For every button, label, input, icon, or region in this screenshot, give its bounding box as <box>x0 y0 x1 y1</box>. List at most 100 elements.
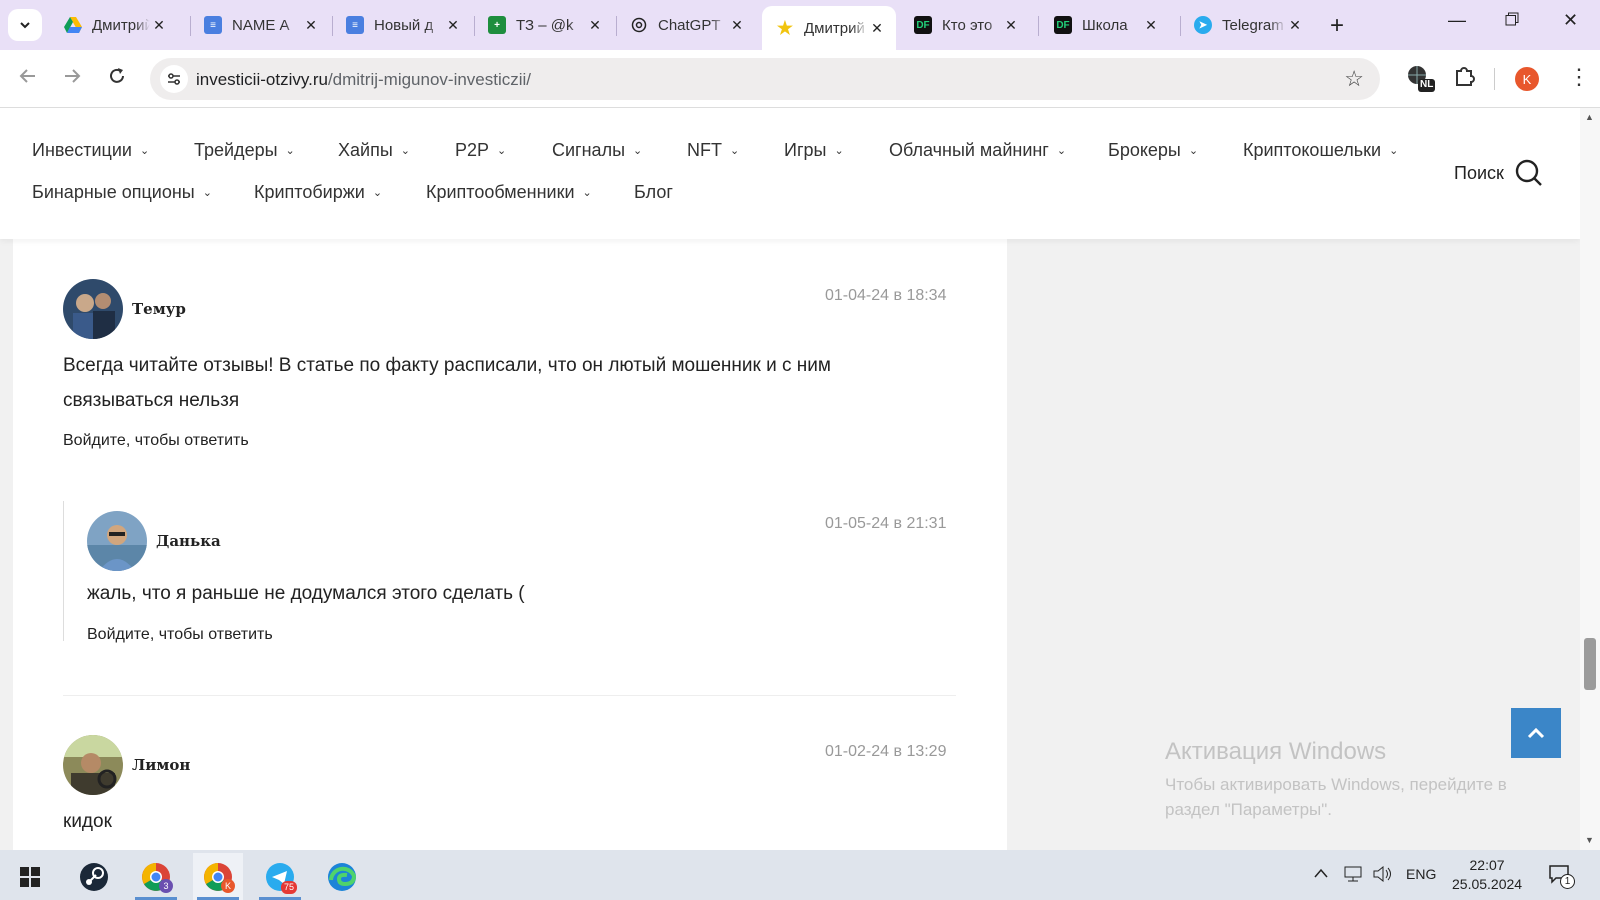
translate-extension-button[interactable]: NL <box>1406 64 1436 99</box>
taskbar-telegram[interactable]: 75 <box>255 853 305 900</box>
scrollbar-thumb[interactable] <box>1584 638 1596 690</box>
menu-crypto-exchangers[interactable]: Криптообменники ⌄ <box>426 182 592 203</box>
show-hidden-icons-button[interactable] <box>1313 866 1329 882</box>
forward-button[interactable] <box>62 66 82 92</box>
close-tab-icon[interactable]: ✕ <box>728 17 746 34</box>
menu-cloud-mining[interactable]: Облачный майнинг ⌄ <box>889 140 1066 161</box>
menu-signals[interactable]: Сигналы ⌄ <box>552 140 642 161</box>
menu-label: Игры <box>784 140 827 160</box>
menu-hypes[interactable]: Хайпы ⌄ <box>338 140 410 161</box>
chevron-down-icon: ⌄ <box>834 145 844 157</box>
comment-author: Лимон <box>132 756 191 774</box>
activation-subtitle: Чтобы активировать Windows, перейдите в … <box>1165 775 1507 819</box>
browser-menu-icon[interactable]: ⋮ <box>1568 64 1590 90</box>
chevron-down-icon: ⌄ <box>497 145 507 157</box>
close-tab-icon[interactable]: ✕ <box>1286 17 1304 34</box>
profile-avatar[interactable]: K <box>1515 67 1539 91</box>
menu-binary-options[interactable]: Бинарные опционы ⌄ <box>32 182 212 203</box>
url-text[interactable]: investicii-otzivy.ru/dmitrij-migunov-inv… <box>196 70 531 90</box>
close-tab-icon[interactable]: ✕ <box>586 17 604 34</box>
close-tab-icon[interactable]: ✕ <box>150 17 168 34</box>
menu-games[interactable]: Игры ⌄ <box>784 140 844 161</box>
chevron-down-icon: ⌄ <box>633 145 643 157</box>
close-tab-icon[interactable]: ✕ <box>1142 17 1160 34</box>
bookmark-star-icon[interactable]: ☆ <box>1344 66 1364 92</box>
tab-title: NAME А <box>232 16 290 34</box>
chevron-down-icon: ⌄ <box>400 145 410 157</box>
taskbar-chrome[interactable]: 3 <box>131 853 181 900</box>
extensions-button[interactable] <box>1452 64 1476 93</box>
browser-tab-5[interactable]: ChatGPT ✕ <box>616 8 756 42</box>
puzzle-icon <box>1456 67 1475 86</box>
notification-center-button[interactable]: 1 <box>1548 864 1575 889</box>
browser-tab-4[interactable]: + ТЗ – @k ✕ <box>474 8 614 42</box>
close-window-button[interactable]: ✕ <box>1563 10 1578 31</box>
volume-icon[interactable] <box>1372 865 1392 885</box>
comments-section: Темур 01-04-24 в 18:34 Всегда читайте от… <box>13 239 1007 850</box>
menu-label: Блог <box>634 182 673 202</box>
site-settings-icon[interactable] <box>160 65 188 93</box>
comment-header: Темур <box>63 279 186 339</box>
chevron-down-icon: ⌄ <box>1056 145 1067 157</box>
browser-tab-8[interactable]: DF Школа ✕ <box>1040 8 1170 42</box>
close-tab-icon[interactable]: ✕ <box>444 17 462 34</box>
menu-label: Хайпы <box>338 140 393 160</box>
taskbar-steam[interactable] <box>69 853 119 900</box>
windows-start-icon <box>20 866 40 887</box>
back-button[interactable] <box>18 66 38 92</box>
windows-start-button[interactable] <box>5 853 55 900</box>
site-search-button[interactable]: Поиск <box>1454 158 1544 188</box>
browser-tab-7[interactable]: DF Кто это ✕ <box>900 8 1030 42</box>
menu-blog[interactable]: Блог <box>634 182 673 203</box>
browser-tab-1[interactable]: Дмитрий ✕ <box>50 8 178 42</box>
chevron-down-icon <box>20 22 30 29</box>
taskbar-edge[interactable] <box>317 853 367 900</box>
minimize-button[interactable]: — <box>1448 10 1466 31</box>
menu-crypto-wallets[interactable]: Криптокошельки ⌄ <box>1243 140 1398 161</box>
restore-button[interactable] <box>1505 10 1519 31</box>
reply-link[interactable]: Войдите, чтобы ответить <box>63 432 249 450</box>
menu-brokers[interactable]: Брокеры ⌄ <box>1108 140 1198 161</box>
menu-crypto-exchanges[interactable]: Криптобиржи ⌄ <box>254 182 382 203</box>
browser-tab-9[interactable]: ➤ Telegram ✕ <box>1180 8 1314 42</box>
google-docs-icon: ≡ <box>346 16 364 34</box>
menu-traders[interactable]: Трейдеры ⌄ <box>194 140 295 161</box>
close-tab-icon[interactable]: ✕ <box>1002 17 1020 34</box>
google-sheets-icon: + <box>488 16 506 34</box>
google-docs-icon: ≡ <box>204 16 222 34</box>
taskbar-chrome-profile[interactable]: K <box>193 853 243 900</box>
address-bar[interactable]: investicii-otzivy.ru/dmitrij-migunov-inv… <box>150 58 1380 100</box>
menu-nft[interactable]: NFT ⌄ <box>687 140 739 161</box>
tab-search-button[interactable] <box>8 9 42 41</box>
scroll-up-arrow-icon[interactable]: ▲ <box>1585 112 1594 122</box>
menu-investments[interactable]: Инвестиции ⌄ <box>32 140 149 161</box>
arrow-right-icon <box>65 69 81 83</box>
menu-p2p[interactable]: P2P ⌄ <box>455 140 506 161</box>
avatar <box>63 279 123 339</box>
reload-icon <box>110 68 124 83</box>
menu-label: Сигналы <box>552 140 626 160</box>
comment-date: 01-05-24 в 21:31 <box>825 515 947 532</box>
system-clock[interactable]: 22:07 25.05.2024 <box>1452 856 1522 894</box>
browser-tab-2[interactable]: ≡ NAME А ✕ <box>190 8 330 42</box>
close-tab-icon[interactable]: ✕ <box>302 17 320 34</box>
browser-tab-active[interactable]: ★ Дмитрий ✕ <box>762 6 896 50</box>
comment-text: кидок <box>63 811 112 832</box>
tab-title: Дмитрий <box>92 16 150 34</box>
input-language[interactable]: ENG <box>1406 866 1436 882</box>
new-tab-button[interactable]: + <box>1330 12 1344 40</box>
menu-label: Бинарные опционы <box>32 182 195 202</box>
vertical-scrollbar[interactable]: ▲ ▼ <box>1580 108 1600 850</box>
reply-link[interactable]: Войдите, чтобы ответить <box>87 626 273 644</box>
scroll-down-arrow-icon[interactable]: ▼ <box>1585 835 1594 845</box>
scroll-to-top-button[interactable] <box>1511 708 1561 758</box>
chevron-down-icon: ⌄ <box>1188 145 1199 157</box>
browser-tab-3[interactable]: ≡ Новый д ✕ <box>332 8 472 42</box>
chrome-profile-badge: K <box>221 879 235 893</box>
reload-button[interactable] <box>107 66 127 92</box>
network-icon[interactable] <box>1342 866 1364 885</box>
comment-date: 01-02-24 в 13:29 <box>825 743 947 760</box>
df-icon: DF <box>914 16 932 34</box>
close-tab-icon[interactable]: ✕ <box>868 20 886 37</box>
chevron-down-icon: ⌄ <box>139 145 150 157</box>
